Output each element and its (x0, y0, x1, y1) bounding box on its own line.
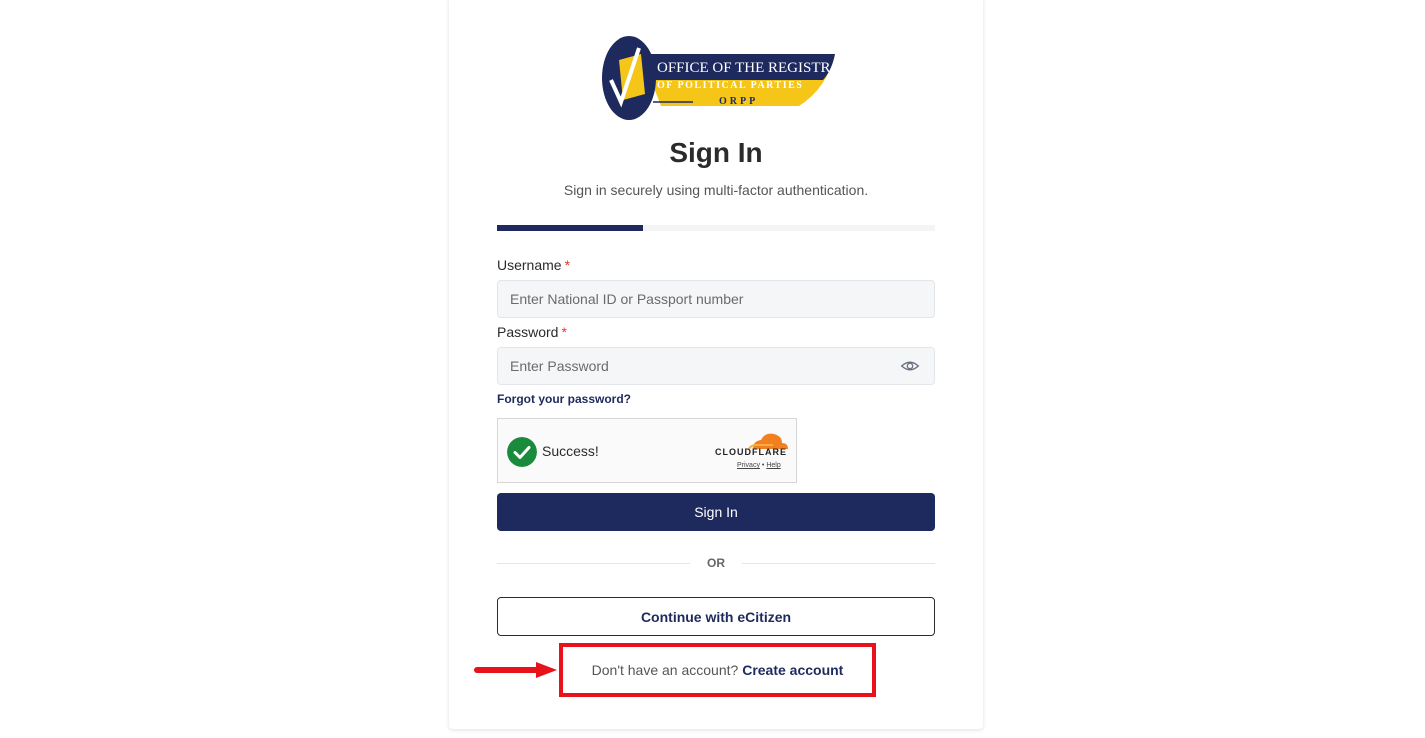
create-account-link[interactable]: Create account (742, 662, 843, 678)
cloudflare-captcha[interactable]: Success! CLOUDFLARE Privacy • Help (497, 418, 797, 483)
page-subtitle: Sign in securely using multi-factor auth… (563, 182, 869, 198)
password-input[interactable] (497, 347, 935, 385)
required-mark: * (564, 257, 571, 273)
check-circle-icon (507, 437, 537, 467)
svg-text:OFFICE OF THE REGISTRAR: OFFICE OF THE REGISTRAR (657, 60, 837, 76)
step-progress-bar (497, 225, 935, 231)
create-account-row: Don't have an account? Create account (563, 662, 872, 678)
divider-left (497, 563, 690, 564)
forgot-password-link[interactable]: Forgot your password? (497, 392, 631, 406)
or-divider-text: OR (707, 556, 725, 570)
eye-icon[interactable] (900, 356, 920, 376)
page-title: Sign In (669, 137, 763, 168)
arrow-right-icon (474, 662, 557, 678)
divider-right (742, 563, 935, 564)
username-label: Username * (497, 257, 570, 273)
cloudflare-brand: CLOUDFLARE (715, 447, 787, 457)
orpp-logo: OFFICE OF THE REGISTRAR OF POLITICAL PAR… (602, 36, 837, 120)
username-label-text: Username (497, 257, 562, 273)
captcha-links: Privacy • Help (737, 462, 781, 469)
no-account-text: Don't have an account? (591, 662, 739, 678)
captcha-status: Success! (542, 443, 599, 459)
privacy-link[interactable]: Privacy (737, 462, 760, 469)
step-progress-fill (497, 225, 643, 231)
required-mark: * (561, 324, 567, 340)
continue-ecitizen-button[interactable]: Continue with eCitizen (497, 597, 935, 636)
sign-in-button[interactable]: Sign In (497, 493, 935, 531)
help-link[interactable]: Help (766, 462, 780, 469)
svg-text:OF POLITICAL PARTIES: OF POLITICAL PARTIES (657, 80, 803, 91)
password-label-text: Password (497, 324, 559, 340)
username-input[interactable] (497, 280, 935, 318)
password-label: Password * (497, 324, 567, 340)
link-separator: • (761, 462, 765, 469)
svg-text:ORPP: ORPP (719, 96, 758, 107)
